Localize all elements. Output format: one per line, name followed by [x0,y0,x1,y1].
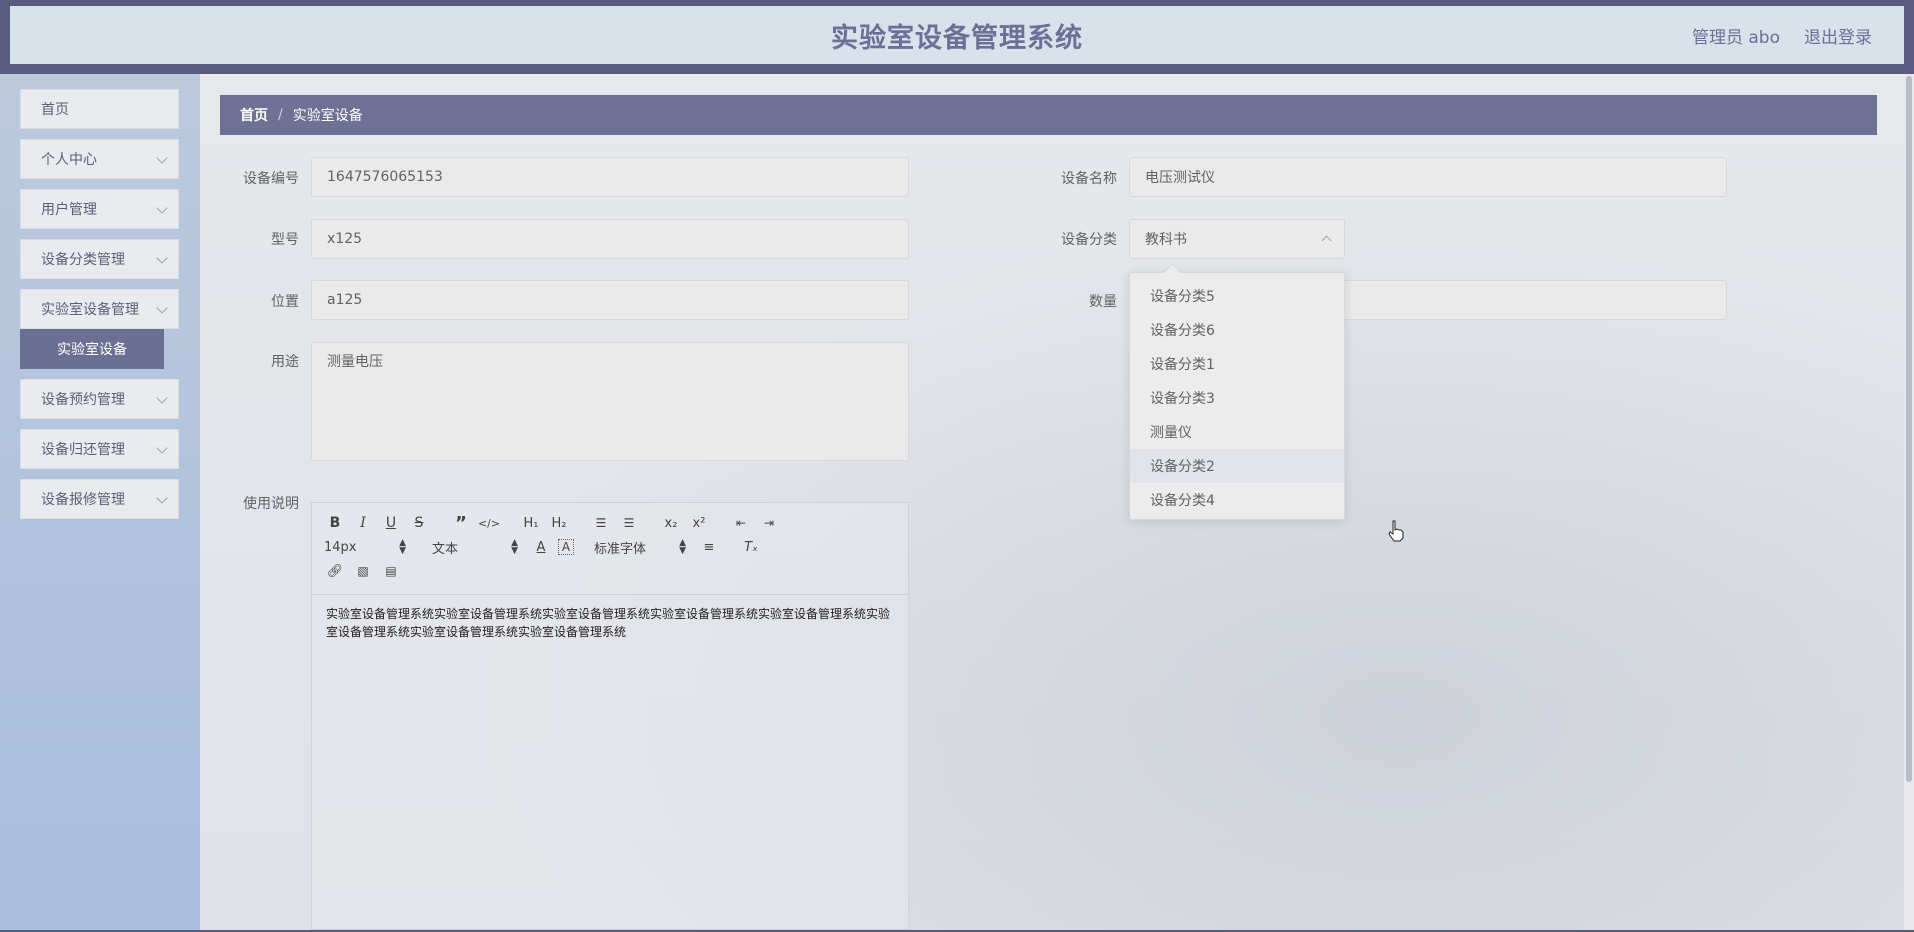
outdent-icon[interactable]: ⇤ [730,512,752,534]
chevron-down-icon [156,202,168,214]
location-input[interactable]: a125 [311,280,909,320]
chevron-down-icon [156,152,168,164]
blockquote-icon[interactable]: ” [450,512,472,534]
device-name-label: 设备名称 [1061,171,1117,187]
editor-content[interactable]: 实验室设备管理系统实验室设备管理系统实验室设备管理系统实验室设备管理系统实验室设… [312,595,908,651]
logout-button[interactable]: 退出登录 [1804,23,1872,48]
dropdown-option-hovered[interactable]: 设备分类2 [1130,449,1344,483]
sidebar-item-booking[interactable]: 设备预约管理 [20,379,179,419]
video-icon[interactable]: ▤ [380,560,402,582]
breadcrumb-home[interactable]: 首页 [240,105,268,125]
editor-toolbar: B I U S ” </> H₁ H₂ ☰ ☰ x₂ x² ⇤ ⇥ 14px ▲… [312,503,908,595]
chevron-down-icon [156,252,168,264]
sidebar-item-label: 首页 [41,102,69,118]
link-icon[interactable]: 🔗︎ [324,560,346,582]
sidebar-item-label: 设备分类管理 [41,252,125,268]
breadcrumb-separator: / [278,107,283,123]
sidebar-item-profile[interactable]: 个人中心 [20,139,179,179]
underline-icon[interactable]: U [380,512,402,534]
breadcrumb: 首页 / 实验室设备 [220,95,1877,135]
updown-icon: ▲ ▼ [399,538,406,556]
usage-textarea[interactable]: 测量电压 [311,342,909,461]
clear-format-icon[interactable]: Tₓ [740,536,762,558]
sidebar-item-label: 个人中心 [41,152,97,168]
code-block-icon[interactable]: </> [478,512,500,534]
align-icon[interactable]: ≡ [698,536,720,558]
chevron-down-icon [156,302,168,314]
font-size-select[interactable]: 14px ▲ ▼ [324,538,406,556]
model-input[interactable]: x125 [311,219,909,259]
quantity-label: 数量 [1089,294,1117,310]
updown-icon: ▲ ▼ [679,538,686,556]
sidebar-item-label: 设备报修管理 [41,492,125,508]
font-family-select[interactable]: 标准字体 ▲ ▼ [594,538,686,557]
sidebar-item-lab-devices[interactable]: 实验室设备管理 [20,289,179,329]
sidebar-item-return[interactable]: 设备归还管理 [20,429,179,469]
italic-icon[interactable]: I [352,512,374,534]
heading-2-icon[interactable]: H₂ [548,512,570,534]
category-dropdown: 设备分类5 设备分类6 设备分类1 设备分类3 测量仪 设备分类2 设备分类4 [1129,272,1345,520]
sidebar-item-label: 设备归还管理 [41,442,125,458]
image-icon[interactable]: ▧ [352,560,374,582]
stage: 首页 个人中心 用户管理 设备分类管理 实验室设备管理 实验室设备 设备预约管理… [0,74,1914,930]
scrollbar-thumb[interactable] [1906,76,1912,782]
breadcrumb-current: 实验室设备 [292,108,363,124]
chevron-down-icon [156,492,168,504]
category-select-value: 教科书 [1145,232,1187,248]
text-type-select[interactable]: 文本 ▲ ▼ [432,538,518,557]
bullet-list-icon[interactable]: ☰ [618,512,640,534]
sidebar-item-home[interactable]: 首页 [20,89,179,129]
current-user: 管理员 abo [1691,27,1780,48]
ordered-list-icon[interactable]: ☰ [590,512,612,534]
sidebar-item-label: 用户管理 [41,202,97,218]
indent-icon[interactable]: ⇥ [758,512,780,534]
font-family-value: 标准字体 [594,541,647,557]
category-select[interactable]: 教科书 [1129,219,1345,259]
dropdown-option[interactable]: 设备分类1 [1130,347,1344,381]
chevron-down-icon [156,442,168,454]
chevron-down-icon [156,392,168,404]
subscript-icon[interactable]: x₂ [660,512,682,534]
sidebar-subitem-lab-device[interactable]: 实验室设备 [20,329,164,369]
device-no-input[interactable]: 1647576065153 [311,157,909,197]
rich-text-editor: B I U S ” </> H₁ H₂ ☰ ☰ x₂ x² ⇤ ⇥ 14px ▲… [311,502,909,930]
dropdown-option[interactable]: 设备分类6 [1130,313,1344,347]
background-color-icon[interactable]: A [558,539,574,555]
strikethrough-icon[interactable]: S [408,512,430,534]
category-label: 设备分类 [1061,232,1117,248]
sidebar: 首页 个人中心 用户管理 设备分类管理 实验室设备管理 实验室设备 设备预约管理… [0,74,200,930]
dropdown-option[interactable]: 设备分类4 [1130,483,1344,517]
header-user-area: 管理员 abo 退出登录 [1692,6,1872,64]
page-scrollbar[interactable] [1904,74,1914,930]
text-type-value: 文本 [432,541,459,557]
main-content: 首页 / 实验室设备 设备编号 1647576065153 设备名称 电压测试仪… [200,74,1914,930]
device-name-input[interactable]: 电压测试仪 [1129,157,1727,197]
dropdown-option[interactable]: 设备分类5 [1130,279,1344,313]
app-title: 实验室设备管理系统 [831,22,1083,54]
manual-label: 使用说明 [243,496,299,512]
dropdown-option[interactable]: 设备分类3 [1130,381,1344,415]
heading-1-icon[interactable]: H₁ [520,512,542,534]
sidebar-item-repair[interactable]: 设备报修管理 [20,479,179,519]
bold-icon[interactable]: B [324,512,346,534]
location-label: 位置 [271,294,299,310]
dropdown-option[interactable]: 测量仪 [1130,415,1344,449]
sidebar-item-users[interactable]: 用户管理 [20,189,179,229]
sidebar-item-category[interactable]: 设备分类管理 [20,239,179,279]
model-label: 型号 [271,232,299,248]
sidebar-item-label: 设备预约管理 [41,392,125,408]
updown-icon: ▲ ▼ [511,538,518,556]
hand-cursor-icon [1388,520,1404,542]
text-color-icon[interactable]: A [530,536,552,558]
font-size-value: 14px [324,539,357,555]
chevron-up-icon [1321,235,1332,246]
device-no-label: 设备编号 [243,171,299,187]
sidebar-item-label: 实验室设备管理 [41,302,139,318]
usage-label: 用途 [271,354,299,370]
superscript-icon[interactable]: x² [688,512,710,534]
app-header: 实验室设备管理系统 管理员 abo 退出登录 [10,6,1904,64]
